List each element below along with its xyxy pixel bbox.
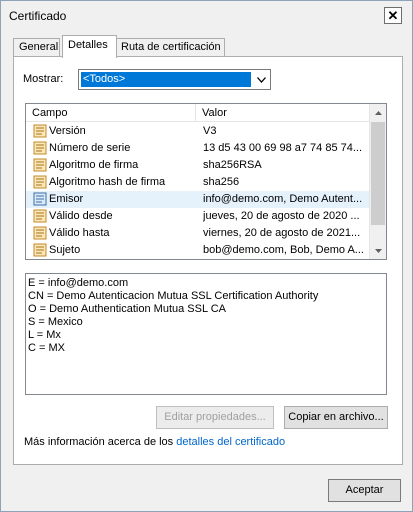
list-item[interactable]: Sujeto bob@demo.com, Bob, Demo A...	[26, 242, 371, 259]
row-field-name: Válido hasta	[49, 227, 110, 239]
row-field-value: 13 d5 43 00 69 98 a7 74 85 74...	[203, 142, 363, 154]
show-label: Mostrar:	[23, 73, 64, 85]
close-icon: ✕	[387, 8, 399, 23]
detail-line: O = Demo Authentication Mutua SSL CA	[28, 303, 227, 315]
detail-line: CN = Demo Autenticacion Mutua SSL Certif…	[28, 290, 319, 302]
certificate-field-icon	[33, 124, 47, 138]
list-rows: Versión V3 Número de serie 13 d5 43 00 69 9…	[26, 123, 371, 259]
list-item[interactable]: Válido hasta viernes, 20 de agosto de 202…	[26, 225, 371, 242]
show-dropdown[interactable]: <Todos>	[78, 69, 271, 90]
list-item[interactable]: Emisor info@demo.com, Demo Autent...	[26, 191, 371, 208]
chevron-down-icon[interactable]	[253, 71, 269, 88]
detail-line: E = info@demo.com	[28, 277, 129, 289]
list-scrollbar[interactable]	[369, 104, 386, 259]
tab-ruta-certificacion[interactable]: Ruta de certificación	[115, 38, 225, 57]
certificate-field-icon	[33, 192, 47, 206]
tab-general[interactable]: General	[13, 38, 60, 57]
tab-detalles[interactable]: Detalles	[62, 35, 117, 58]
list-header: Campo Valor	[26, 104, 371, 122]
certificate-field-icon	[33, 175, 47, 189]
accept-button[interactable]: Aceptar	[328, 479, 401, 502]
certificate-field-icon	[33, 209, 47, 223]
row-field-name: Número de serie	[49, 142, 131, 154]
row-field-value: info@demo.com, Demo Autent...	[203, 193, 363, 205]
row-field-value: viernes, 20 de agosto de 2021...	[203, 227, 361, 239]
row-field-name: Algoritmo de firma	[49, 159, 139, 171]
certificate-details-link[interactable]: detalles del certificado	[176, 436, 285, 448]
column-header-field[interactable]: Campo	[26, 104, 196, 122]
row-field-value: sha256RSA	[203, 159, 262, 171]
row-field-value: jueves, 20 de agosto de 2020 ...	[203, 210, 360, 222]
certificate-field-icon	[33, 226, 47, 240]
field-detail-textbox[interactable]: E = info@demo.com CN = Demo Autenticacion…	[25, 273, 387, 395]
certificate-field-icon	[33, 243, 47, 257]
detail-line: L = Mx	[28, 329, 61, 341]
row-field-name: Sujeto	[49, 244, 81, 256]
certificate-field-icon	[33, 141, 47, 155]
row-field-name: Versión	[49, 125, 86, 137]
row-field-name: Emisor	[49, 193, 84, 205]
list-item[interactable]: Versión V3	[26, 123, 371, 140]
row-field-name: Válido desde	[49, 210, 113, 222]
row-field-value: bob@demo.com, Bob, Demo A...	[203, 244, 364, 256]
column-header-value[interactable]: Valor	[196, 104, 371, 122]
scroll-down-icon[interactable]	[370, 242, 386, 259]
show-dropdown-value: <Todos>	[81, 72, 251, 87]
row-field-value: V3	[203, 125, 217, 137]
list-item[interactable]: Número de serie 13 d5 43 00 69 98 a7 74 8…	[26, 140, 371, 157]
certificate-field-icon	[33, 158, 47, 172]
more-info-prefix: Más información acerca de los	[24, 436, 177, 448]
title-bar: Certificado ✕	[1, 1, 412, 31]
window-title: Certificado	[9, 9, 67, 23]
edit-properties-button[interactable]: Editar propiedades...	[156, 406, 274, 429]
certificate-dialog: Certificado ✕ General Detalles Ruta de c…	[0, 0, 413, 512]
list-item[interactable]: Algoritmo hash de firma sha256	[26, 174, 371, 191]
row-field-value: sha256	[203, 176, 240, 188]
copy-to-file-button[interactable]: Copiar en archivo...	[284, 406, 388, 429]
detail-line: C = MX	[28, 342, 65, 354]
detail-line: S = Mexico	[28, 316, 83, 328]
fields-list[interactable]: Campo Valor Versión V3 Número de serie 13 d…	[25, 103, 387, 260]
scrollbar-thumb[interactable]	[371, 122, 385, 225]
list-item[interactable]: Algoritmo de firma sha256RSA	[26, 157, 371, 174]
row-field-name: Algoritmo hash de firma	[49, 176, 166, 188]
list-item[interactable]: Válido desde jueves, 20 de agosto de 2020…	[26, 208, 371, 225]
more-info-text: Más información acerca de los detalles d…	[24, 436, 285, 448]
scroll-up-icon[interactable]	[370, 104, 386, 121]
close-button[interactable]: ✕	[384, 7, 402, 24]
